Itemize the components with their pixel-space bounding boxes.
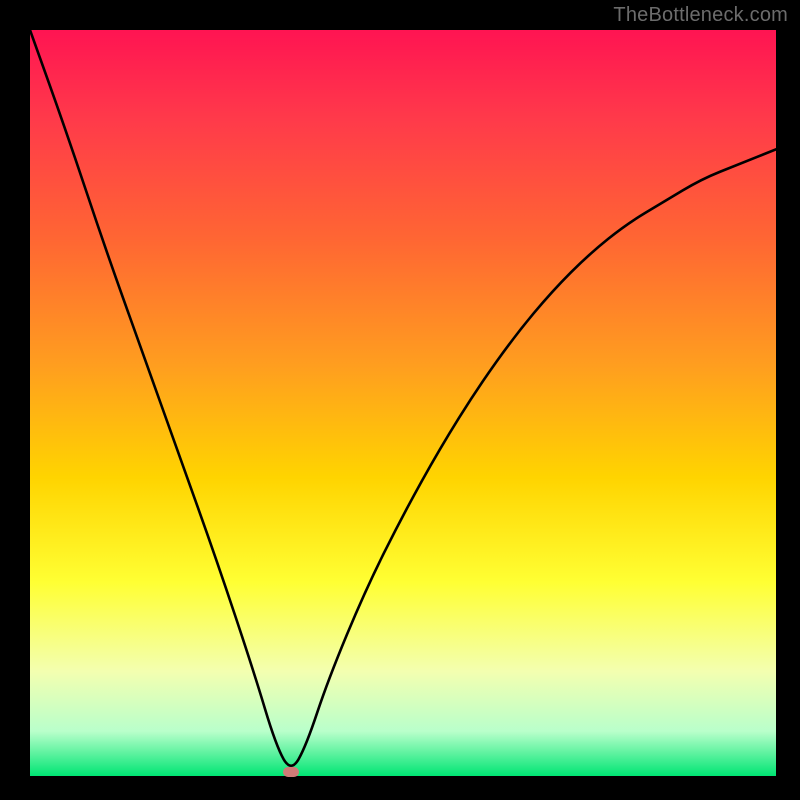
chart-frame: TheBottleneck.com	[0, 0, 800, 800]
watermark-text: TheBottleneck.com	[613, 4, 788, 27]
bottleneck-plot	[30, 30, 776, 776]
optimum-marker	[283, 767, 299, 777]
plot-background	[30, 30, 776, 776]
